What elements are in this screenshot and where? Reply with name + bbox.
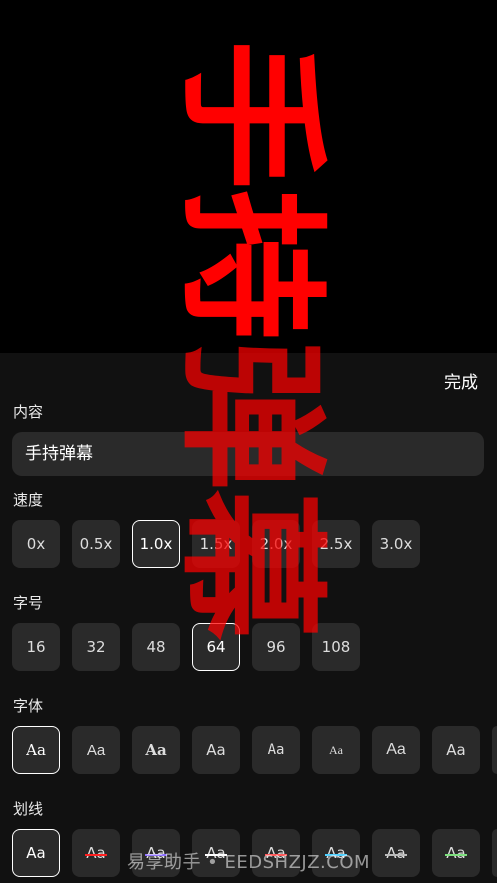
speed-option-2.0x[interactable]: 2.0x xyxy=(252,520,300,568)
size-option-48[interactable]: 48 xyxy=(132,623,180,671)
font-option[interactable]: Aa xyxy=(132,726,180,774)
done-button[interactable]: 完成 xyxy=(444,368,478,393)
font-option-partial[interactable] xyxy=(492,726,497,774)
watermark: 易享助手 • EEDSHZJZ.COM xyxy=(126,852,371,873)
speed-option-1.5x[interactable]: 1.5x xyxy=(192,520,240,568)
font-option[interactable]: Aa xyxy=(192,726,240,774)
speed-option-0.5x[interactable]: 0.5x xyxy=(72,520,120,568)
size-option-32[interactable]: 32 xyxy=(72,623,120,671)
speed-option-1.0x[interactable]: 1.0x xyxy=(132,520,180,568)
danmaku-preview xyxy=(0,0,497,353)
size-option-64[interactable]: 64 xyxy=(192,623,240,671)
speed-option-3.0x[interactable]: 3.0x xyxy=(372,520,420,568)
font-option[interactable]: Aa xyxy=(72,726,120,774)
content-input[interactable]: 手持弹幕 xyxy=(12,432,484,476)
font-label: 字体 xyxy=(13,697,44,715)
font-option[interactable]: Aa xyxy=(432,726,480,774)
font-option[interactable]: Aa xyxy=(312,726,360,774)
size-option-16[interactable]: 16 xyxy=(12,623,60,671)
size-option-96[interactable]: 96 xyxy=(252,623,300,671)
size-label: 字号 xyxy=(13,594,44,612)
font-option[interactable]: Aa xyxy=(12,726,60,774)
stroke-label: 划线 xyxy=(13,800,44,818)
font-option[interactable]: Aa xyxy=(372,726,420,774)
speed-label: 速度 xyxy=(13,491,44,509)
speed-option-0x[interactable]: 0x xyxy=(12,520,60,568)
content-label: 内容 xyxy=(13,403,44,421)
size-option-108[interactable]: 108 xyxy=(312,623,360,671)
font-option[interactable]: Aa xyxy=(252,726,300,774)
speed-option-2.5x[interactable]: 2.5x xyxy=(312,520,360,568)
